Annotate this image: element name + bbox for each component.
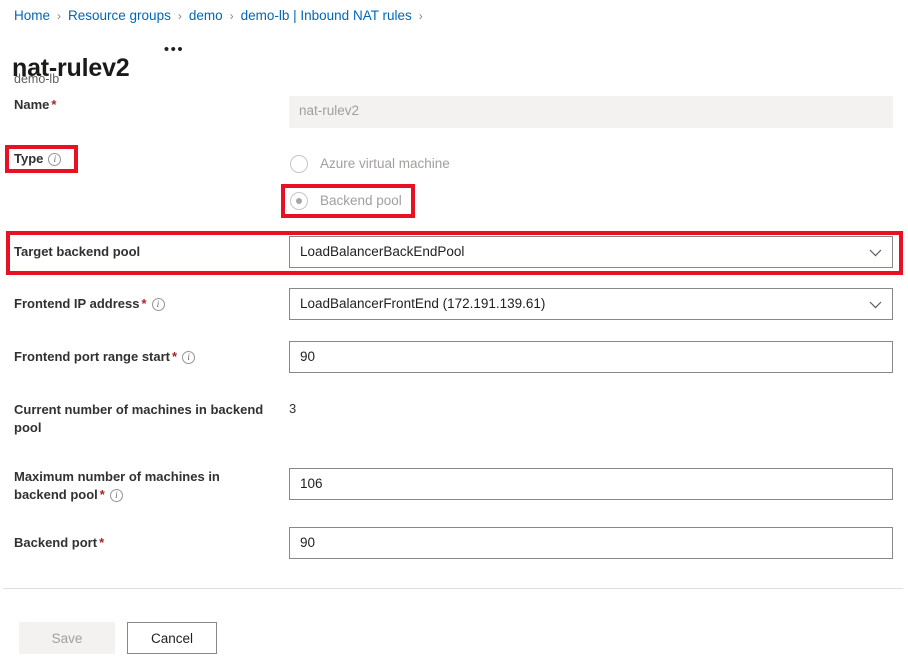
current-machines-value: 3	[289, 401, 296, 417]
name-label-text: Name	[14, 97, 49, 112]
breadcrumb-item-demo-lb-inbound-nat-rules[interactable]: demo-lb | Inbound NAT rules	[241, 7, 412, 25]
cancel-button[interactable]: Cancel	[127, 622, 217, 654]
radio-checked-icon	[290, 192, 308, 210]
more-options-icon[interactable]: •••	[163, 44, 185, 62]
breadcrumb-item-resource-groups[interactable]: Resource groups	[68, 7, 171, 25]
radio-option-azure-virtual-machine[interactable]: Azure virtual machine	[290, 155, 450, 173]
type-label: Typei	[14, 150, 284, 168]
info-icon[interactable]: i	[182, 351, 195, 364]
radio-option-backend-pool[interactable]: Backend pool	[290, 192, 402, 210]
info-icon[interactable]: i	[110, 489, 123, 502]
target-backend-pool-label: Target backend pool	[14, 243, 284, 261]
radio-label-backend-pool: Backend pool	[320, 192, 402, 210]
frontend-port-range-start-label: Frontend port range start* i	[14, 348, 284, 366]
backend-port-label: Backend port*	[14, 534, 284, 552]
save-button[interactable]: Save	[19, 622, 115, 654]
frontend-ip-address-value: LoadBalancerFrontEnd (172.191.139.61)	[300, 296, 545, 311]
frontend-ip-address-label: Frontend IP address* i	[14, 295, 284, 313]
required-marker: *	[141, 296, 146, 311]
breadcrumb-item-home[interactable]: Home	[14, 7, 50, 25]
maximum-machines-label: Maximum number of machines in backend po…	[14, 468, 272, 504]
info-icon[interactable]: i	[48, 153, 61, 166]
info-icon[interactable]: i	[152, 298, 165, 311]
current-machines-label: Current number of machines in backend po…	[14, 401, 276, 437]
breadcrumb-separator-icon: ›	[178, 7, 182, 25]
frontend-port-range-start-label-text: Frontend port range start	[14, 349, 170, 364]
target-backend-pool-value: LoadBalancerBackEndPool	[300, 244, 464, 259]
maximum-machines-input[interactable]: 106	[289, 468, 893, 500]
breadcrumb: Home › Resource groups › demo › demo-lb …	[14, 7, 430, 25]
name-label: Name*	[14, 96, 284, 114]
backend-port-label-text: Backend port	[14, 535, 97, 550]
footer-divider	[3, 588, 903, 589]
target-backend-pool-dropdown[interactable]: LoadBalancerBackEndPool	[289, 236, 893, 268]
breadcrumb-separator-icon: ›	[419, 7, 423, 25]
chevron-down-icon	[869, 237, 882, 268]
frontend-ip-address-dropdown[interactable]: LoadBalancerFrontEnd (172.191.139.61)	[289, 288, 893, 320]
type-label-text: Type	[14, 151, 43, 166]
required-marker: *	[172, 349, 177, 364]
inbound-nat-rule-edit-page: Home › Resource groups › demo › demo-lb …	[0, 0, 908, 671]
radio-label-azure-virtual-machine: Azure virtual machine	[320, 155, 450, 173]
required-marker: *	[51, 97, 56, 112]
page-subtitle: demo-lb	[14, 71, 59, 87]
name-input[interactable]: nat-rulev2	[289, 96, 893, 128]
required-marker: *	[99, 535, 104, 550]
chevron-down-icon	[869, 289, 882, 320]
breadcrumb-separator-icon: ›	[230, 7, 234, 25]
frontend-port-range-start-input[interactable]: 90	[289, 341, 893, 373]
breadcrumb-separator-icon: ›	[57, 7, 61, 25]
breadcrumb-item-demo[interactable]: demo	[189, 7, 223, 25]
radio-unchecked-icon	[290, 155, 308, 173]
frontend-ip-address-label-text: Frontend IP address	[14, 296, 139, 311]
backend-port-input[interactable]: 90	[289, 527, 893, 559]
required-marker: *	[100, 487, 105, 502]
